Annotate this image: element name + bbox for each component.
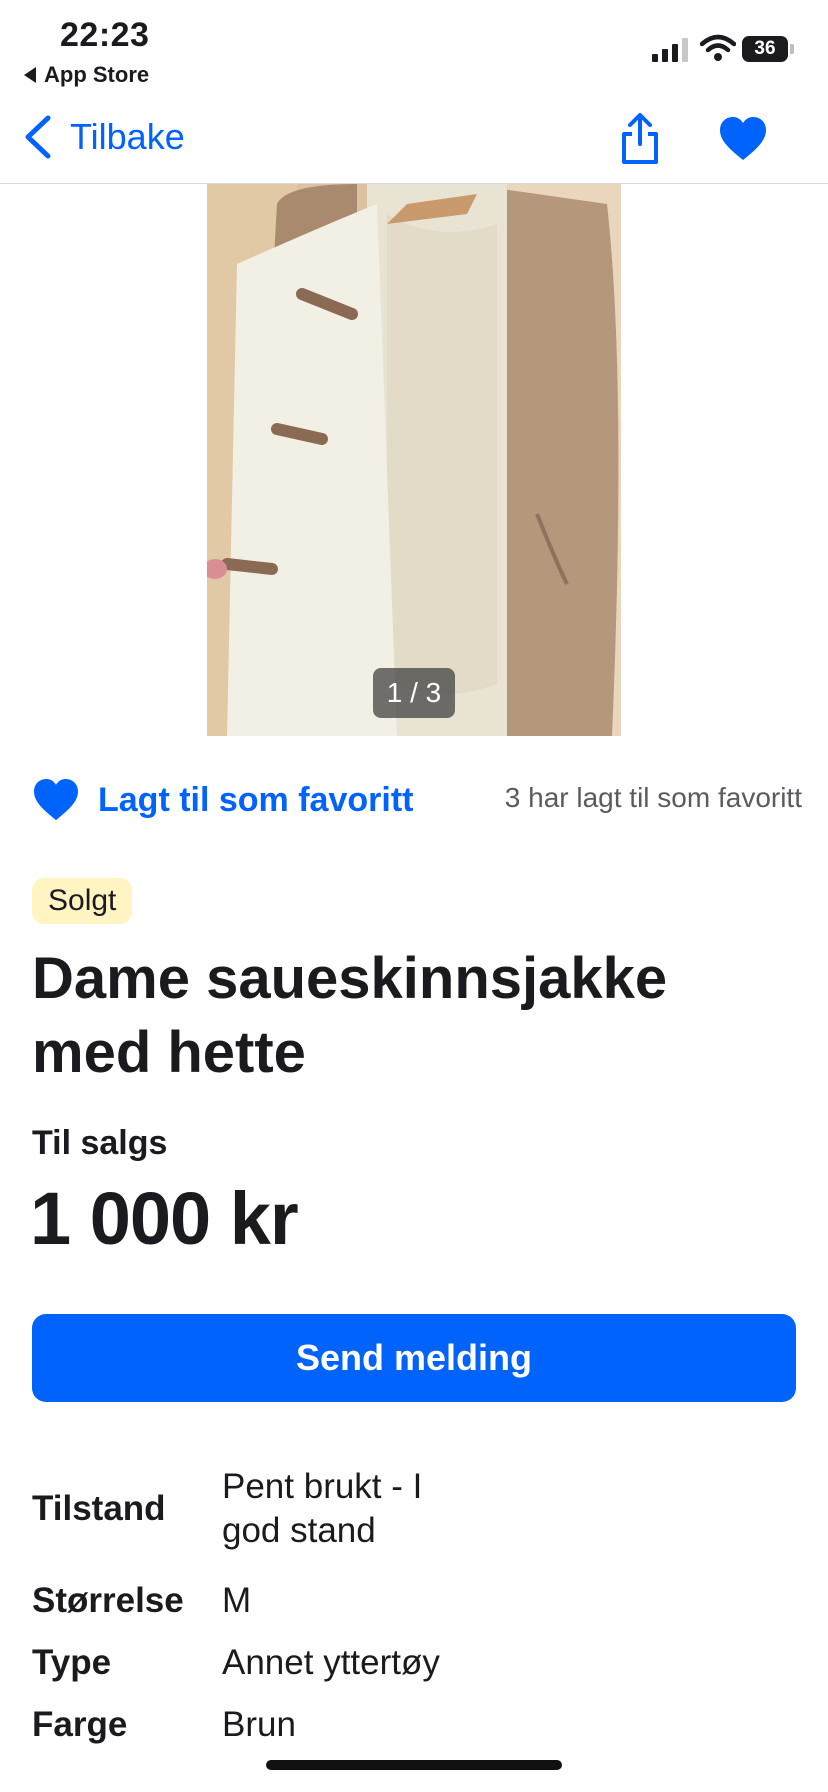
heart-icon[interactable] [718,116,768,162]
back-label: Tilbake [70,116,185,157]
send-message-button[interactable]: Send melding [32,1314,796,1402]
spec-value: Pent brukt - I god stand [222,1467,423,1550]
image-counter: 1 / 3 [373,668,455,718]
back-triangle-icon [24,67,36,83]
status-badge: Solgt [32,878,133,924]
nav-bar: Tilbake [0,96,828,184]
spec-value: M [222,1581,252,1620]
spec-value: Brun [222,1705,296,1744]
wifi-icon [700,34,736,61]
status-bar: 22:23 App Store 36 [0,0,828,96]
listing-title: Dame saueskinnsjakke med hette [32,946,668,1085]
spec-row-storrelse: Størrelse M [32,1570,792,1632]
back-button[interactable]: Tilbake [22,114,185,160]
cellular-signal-icon [652,38,688,62]
spec-key: Farge [32,1705,128,1744]
battery-icon: 36 [742,36,788,62]
listing-image[interactable] [207,184,621,736]
spec-row-type: Type Annet yttertøy [32,1632,792,1694]
share-icon[interactable] [616,112,664,166]
heart-icon [34,778,78,821]
back-to-app-store[interactable]: App Store [24,62,149,88]
battery-cap [790,44,794,54]
back-app-label: App Store [44,62,150,87]
specs-table: Tilstand Pent brukt - I god stand Større… [32,1448,792,1756]
chevron-left-icon [25,115,51,159]
favorite-row[interactable]: Lagt til som favoritt 3 har lagt til som… [32,772,802,828]
status-time: 22:23 [60,16,150,54]
favorite-label: Lagt til som favoritt [98,780,414,819]
spec-key: Type [32,1643,112,1682]
spec-key: Tilstand [32,1489,166,1528]
battery-level: 36 [754,38,776,59]
price: 1 000 kr [30,1177,299,1260]
sale-type: Til salgs [32,1124,168,1162]
spec-row-tilstand: Tilstand Pent brukt - I god stand [32,1448,792,1570]
coat-photo [207,184,621,736]
spec-row-farge: Farge Brun [32,1694,792,1756]
spec-value: Annet yttertøy [222,1643,440,1682]
spec-key: Størrelse [32,1581,184,1620]
home-indicator[interactable] [266,1760,562,1770]
favorite-count: 3 har lagt til som favoritt [504,782,802,813]
